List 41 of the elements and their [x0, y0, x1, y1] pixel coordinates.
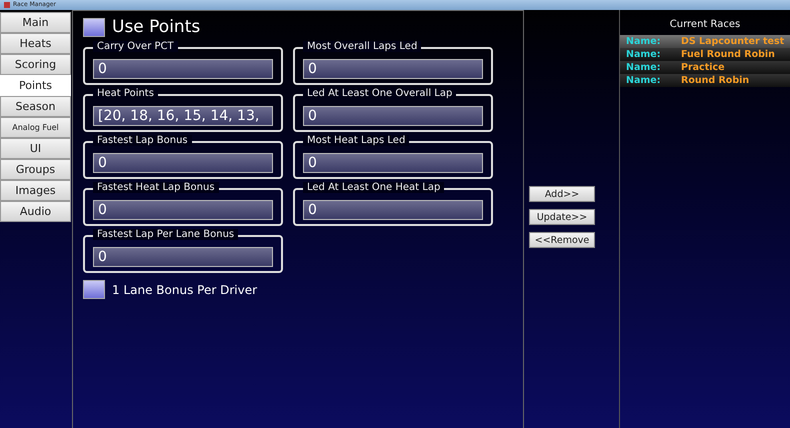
checkbox[interactable] — [83, 280, 105, 299]
input-field[interactable]: 0 — [93, 59, 273, 79]
action-button[interactable]: Update>> — [529, 209, 595, 225]
race-list-item[interactable]: Name: Practice — [620, 61, 790, 74]
field-label: Led At Least One Heat Lap — [303, 182, 444, 193]
input-field[interactable]: 0 — [303, 106, 483, 126]
tab[interactable]: Season — [0, 96, 71, 117]
field-label: Fastest Lap Per Lane Bonus — [93, 229, 238, 240]
tab[interactable]: Main — [0, 12, 71, 33]
app-icon — [4, 2, 10, 8]
field-label: Fastest Heat Lap Bonus — [93, 182, 219, 193]
field-label: Most Heat Laps Led — [303, 135, 410, 146]
field-label: Led At Least One Overall Lap — [303, 88, 456, 99]
action-button[interactable]: <<Remove — [529, 232, 595, 248]
tab[interactable]: Heats — [0, 33, 71, 54]
input-field[interactable]: 0 — [303, 200, 483, 220]
race-list-item[interactable]: Name: DS Lapcounter test — [620, 35, 790, 48]
input-field[interactable]: 0 — [93, 247, 273, 267]
input-field[interactable]: 0 — [303, 153, 483, 173]
tab[interactable]: Points — [0, 75, 71, 96]
tab[interactable]: Scoring — [0, 54, 71, 75]
field-label: Carry Over PCT — [93, 41, 178, 52]
input-field[interactable]: 0 — [303, 59, 483, 79]
input-field[interactable]: 0 — [93, 153, 273, 173]
field-label: Heat Points — [93, 88, 158, 99]
tab[interactable]: UI — [0, 138, 71, 159]
action-button[interactable]: Add>> — [529, 186, 595, 202]
tab[interactable]: Audio — [0, 201, 71, 222]
field-label: Most Overall Laps Led — [303, 41, 422, 52]
race-list-item[interactable]: Name: Fuel Round Robin — [620, 48, 790, 61]
field-label: Fastest Lap Bonus — [93, 135, 192, 146]
tab[interactable]: Images — [0, 180, 71, 201]
input-field[interactable]: 0 — [93, 200, 273, 220]
list-title: Current Races — [668, 18, 742, 32]
tab[interactable]: Groups — [0, 159, 71, 180]
tab[interactable]: Analog Fuel — [0, 117, 71, 138]
race-list-item[interactable]: Name: Round Robin — [620, 74, 790, 87]
checkbox[interactable] — [83, 18, 105, 36]
checkbox-label: Use Points — [112, 17, 200, 37]
input-field[interactable]: [20, 18, 16, 15, 14, 13, — [93, 106, 273, 126]
checkbox-label: 1 Lane Bonus Per Driver — [112, 282, 258, 296]
